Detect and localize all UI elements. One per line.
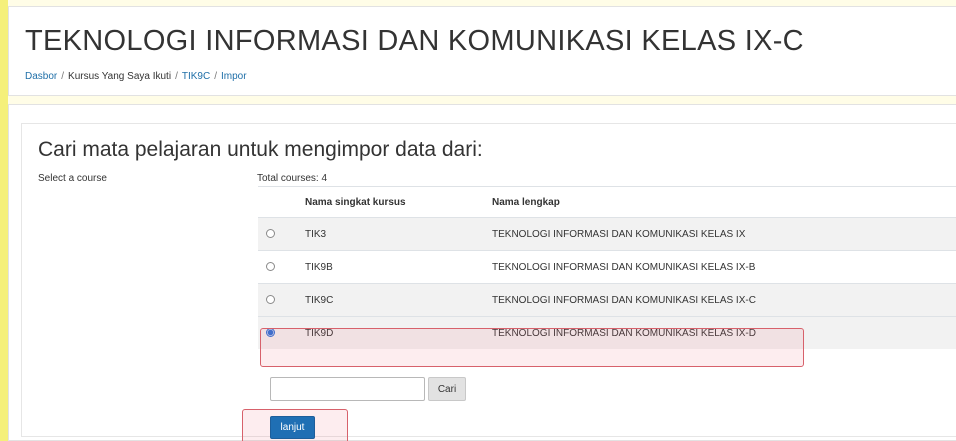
breadcrumb-separator: / <box>61 71 65 82</box>
breadcrumb-import[interactable]: Impor <box>221 71 247 82</box>
breadcrumb-my-courses: Kursus Yang Saya Ikuti <box>68 71 172 82</box>
search-button[interactable]: Cari <box>428 377 466 401</box>
select-course-label: Select a course <box>38 173 107 184</box>
column-header-short-name: Nama singkat kursus <box>305 186 492 218</box>
course-short-name: TIK9C <box>305 283 492 317</box>
course-full-name: TEKNOLOGI INFORMASI DAN KOMUNIKASI KELAS… <box>492 283 956 317</box>
breadcrumb-separator: / <box>175 71 178 82</box>
page: TEKNOLOGI INFORMASI DAN KOMUNIKASI KELAS… <box>0 0 956 441</box>
course-radio[interactable] <box>266 262 275 272</box>
course-short-name: TIK9B <box>305 250 492 284</box>
table-row[interactable]: TIK9B TEKNOLOGI INFORMASI DAN KOMUNIKASI… <box>258 250 956 284</box>
side-strip <box>0 0 8 441</box>
section-heading: Cari mata pelajaran untuk mengimpor data… <box>38 138 483 161</box>
table-header-row: Nama singkat kursus Nama lengkap <box>258 186 956 218</box>
table-row[interactable]: TIK3 TEKNOLOGI INFORMASI DAN KOMUNIKASI … <box>258 217 956 251</box>
table-row[interactable]: TIK9C TEKNOLOGI INFORMASI DAN KOMUNIKASI… <box>258 283 956 317</box>
course-short-name: TIK9D <box>305 316 492 349</box>
total-courses-text: Total courses: 4 <box>257 173 328 184</box>
course-short-name: TIK3 <box>305 217 492 251</box>
import-card: Cari mata pelajaran untuk mengimpor data… <box>21 123 956 441</box>
course-full-name: TEKNOLOGI INFORMASI DAN KOMUNIKASI KELAS… <box>492 250 956 284</box>
search-input[interactable] <box>270 377 425 401</box>
course-full-name: TEKNOLOGI INFORMASI DAN KOMUNIKASI KELAS… <box>492 316 956 349</box>
course-radio[interactable] <box>266 295 275 305</box>
breadcrumb: Dasbor / Kursus Yang Saya Ikuti / TIK9C / Impo… <box>25 71 247 82</box>
column-header-select <box>258 186 305 218</box>
course-radio[interactable] <box>266 229 275 239</box>
table-row-selected[interactable]: TIK9D TEKNOLOGI INFORMASI DAN KOMUNIKASI… <box>258 316 956 349</box>
page-title: TEKNOLOGI INFORMASI DAN KOMUNIKASI KELAS… <box>25 25 804 57</box>
page-header: TEKNOLOGI INFORMASI DAN KOMUNIKASI KELAS… <box>8 6 956 96</box>
breadcrumb-dasbor[interactable]: Dasbor <box>25 71 57 82</box>
course-radio-selected[interactable] <box>266 328 275 338</box>
breadcrumb-separator: / <box>214 71 217 82</box>
column-header-full-name: Nama lengkap <box>492 186 956 218</box>
course-table: Nama singkat kursus Nama lengkap TIK3 TE… <box>258 186 956 349</box>
next-button[interactable]: lanjut <box>270 416 315 439</box>
course-full-name: TEKNOLOGI INFORMASI DAN KOMUNIKASI KELAS… <box>492 217 956 251</box>
breadcrumb-course[interactable]: TIK9C <box>182 71 210 82</box>
main-region: Cari mata pelajaran untuk mengimpor data… <box>8 104 956 441</box>
